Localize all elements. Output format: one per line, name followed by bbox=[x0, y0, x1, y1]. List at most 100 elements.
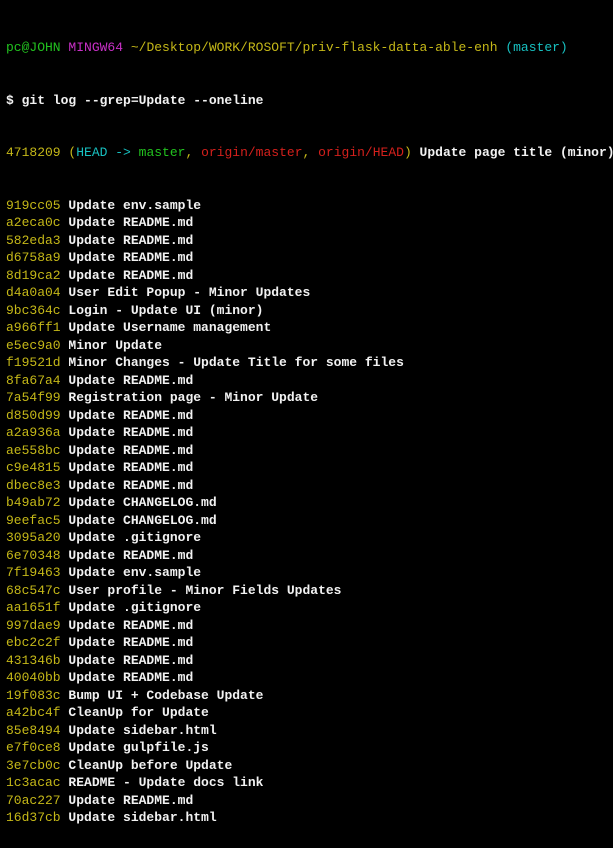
commit-line: ebc2c2f Update README.md bbox=[6, 634, 607, 652]
commit-line: 3e7cb0c CleanUp before Update bbox=[6, 757, 607, 775]
commit-message: Update .gitignore bbox=[68, 600, 201, 615]
commit-hash: a42bc4f bbox=[6, 705, 61, 720]
commit-hash: c9e4815 bbox=[6, 460, 61, 475]
commit-hash: 70ac227 bbox=[6, 793, 61, 808]
commit-hash: a2eca0c bbox=[6, 215, 61, 230]
commit-message: Minor Update bbox=[68, 338, 162, 353]
commit-message: Update README.md bbox=[68, 408, 193, 423]
prompt-userhost: pc@JOHN bbox=[6, 40, 61, 55]
prompt-cwd: ~/Desktop/WORK/ROSOFT/priv-flask-datta-a… bbox=[131, 40, 498, 55]
commit-hash: d6758a9 bbox=[6, 250, 61, 265]
prompt-line: pc@JOHN MINGW64 ~/Desktop/WORK/ROSOFT/pr… bbox=[6, 39, 607, 57]
head-commit-line: 4718209 (HEAD -> master, origin/master, … bbox=[6, 144, 607, 162]
commit-hash: 919cc05 bbox=[6, 198, 61, 213]
commit-message: Bump UI + Codebase Update bbox=[68, 688, 263, 703]
commit-message: Update README.md bbox=[68, 460, 193, 475]
commit-hash: e7f0ce8 bbox=[6, 740, 61, 755]
commit-message: Update README.md bbox=[68, 233, 193, 248]
commit-line: d4a0a04 User Edit Popup - Minor Updates bbox=[6, 284, 607, 302]
commit-message: Login - Update UI (minor) bbox=[68, 303, 263, 318]
command-line: $ git log --grep=Update --oneline bbox=[6, 92, 607, 110]
commit-message: Update README.md bbox=[68, 670, 193, 685]
commit-list: 919cc05 Update env.samplea2eca0c Update … bbox=[6, 197, 607, 827]
commit-message: Update README.md bbox=[68, 425, 193, 440]
commit-hash: dbec8e3 bbox=[6, 478, 61, 493]
ref-close: ) bbox=[404, 145, 412, 160]
commit-line: e7f0ce8 Update gulpfile.js bbox=[6, 739, 607, 757]
commit-line: 40040bb Update README.md bbox=[6, 669, 607, 687]
commit-line: c9e4815 Update README.md bbox=[6, 459, 607, 477]
commit-hash: 997dae9 bbox=[6, 618, 61, 633]
commit-message: Update README.md bbox=[68, 548, 193, 563]
commit-message: User Edit Popup - Minor Updates bbox=[68, 285, 310, 300]
commit-hash: a966ff1 bbox=[6, 320, 61, 335]
commit-message: Update README.md bbox=[68, 653, 193, 668]
commit-line: 919cc05 Update env.sample bbox=[6, 197, 607, 215]
commit-line: 9eefac5 Update CHANGELOG.md bbox=[6, 512, 607, 530]
commit-hash: f19521d bbox=[6, 355, 61, 370]
commit-hash: 8fa67a4 bbox=[6, 373, 61, 388]
commit-hash: ae558bc bbox=[6, 443, 61, 458]
commit-line: 85e8494 Update sidebar.html bbox=[6, 722, 607, 740]
commit-hash: 582eda3 bbox=[6, 233, 61, 248]
commit-message: Update README.md bbox=[68, 478, 193, 493]
commit-hash: 68c547c bbox=[6, 583, 61, 598]
commit-message: Update README.md bbox=[68, 373, 193, 388]
commit-line: 7f19463 Update env.sample bbox=[6, 564, 607, 582]
commit-hash: e5ec9a0 bbox=[6, 338, 61, 353]
commit-message: Update README.md bbox=[68, 793, 193, 808]
commit-hash: 4718209 bbox=[6, 145, 61, 160]
commit-hash: 1c3acac bbox=[6, 775, 61, 790]
commit-message: Update README.md bbox=[68, 635, 193, 650]
commit-line: b49ab72 Update CHANGELOG.md bbox=[6, 494, 607, 512]
commit-line: 997dae9 Update README.md bbox=[6, 617, 607, 635]
commit-line: 6e70348 Update README.md bbox=[6, 547, 607, 565]
commit-message: Update .gitignore bbox=[68, 530, 201, 545]
commit-line: 19f083c Bump UI + Codebase Update bbox=[6, 687, 607, 705]
terminal-output: pc@JOHN MINGW64 ~/Desktop/WORK/ROSOFT/pr… bbox=[0, 0, 613, 848]
ref-local-branch: master bbox=[139, 145, 186, 160]
commit-message: Update Username management bbox=[68, 320, 271, 335]
commit-line: 431346b Update README.md bbox=[6, 652, 607, 670]
commit-line: d850d99 Update README.md bbox=[6, 407, 607, 425]
commit-hash: aa1651f bbox=[6, 600, 61, 615]
ref-remote-head: origin/HEAD bbox=[318, 145, 404, 160]
commit-message: Update gulpfile.js bbox=[68, 740, 208, 755]
commit-line: 1c3acac README - Update docs link bbox=[6, 774, 607, 792]
commit-line: 7a54f99 Registration page - Minor Update bbox=[6, 389, 607, 407]
commit-message: Update sidebar.html bbox=[68, 810, 216, 825]
commit-line: 68c547c User profile - Minor Fields Upda… bbox=[6, 582, 607, 600]
commit-line: 16d37cb Update sidebar.html bbox=[6, 809, 607, 827]
commit-message: User profile - Minor Fields Updates bbox=[68, 583, 341, 598]
commit-hash: 7a54f99 bbox=[6, 390, 61, 405]
commit-message: Minor Changes - Update Title for some fi… bbox=[68, 355, 403, 370]
commit-hash: a2a936a bbox=[6, 425, 61, 440]
commit-line: 8fa67a4 Update README.md bbox=[6, 372, 607, 390]
commit-message: Update env.sample bbox=[68, 565, 201, 580]
commit-hash: 8d19ca2 bbox=[6, 268, 61, 283]
commit-message: Update README.md bbox=[68, 215, 193, 230]
commit-line: f19521d Minor Changes - Update Title for… bbox=[6, 354, 607, 372]
commit-line: 70ac227 Update README.md bbox=[6, 792, 607, 810]
commit-line: a2eca0c Update README.md bbox=[6, 214, 607, 232]
commit-line: 9bc364c Login - Update UI (minor) bbox=[6, 302, 607, 320]
commit-line: 3095a20 Update .gitignore bbox=[6, 529, 607, 547]
commit-message: CleanUp before Update bbox=[68, 758, 232, 773]
commit-message: Update sidebar.html bbox=[68, 723, 216, 738]
commit-line: a966ff1 Update Username management bbox=[6, 319, 607, 337]
commit-hash: 3095a20 bbox=[6, 530, 61, 545]
commit-hash: b49ab72 bbox=[6, 495, 61, 510]
commit-hash: 7f19463 bbox=[6, 565, 61, 580]
commit-hash: d850d99 bbox=[6, 408, 61, 423]
commit-message: Update README.md bbox=[68, 618, 193, 633]
commit-hash: 85e8494 bbox=[6, 723, 61, 738]
commit-line: a2a936a Update README.md bbox=[6, 424, 607, 442]
commit-message: Update README.md bbox=[68, 250, 193, 265]
ref-head: HEAD -> bbox=[76, 145, 138, 160]
commit-message: Update page title (minor) bbox=[412, 145, 613, 160]
commit-hash: 3e7cb0c bbox=[6, 758, 61, 773]
commit-line: aa1651f Update .gitignore bbox=[6, 599, 607, 617]
commit-message: Registration page - Minor Update bbox=[68, 390, 318, 405]
commit-line: 8d19ca2 Update README.md bbox=[6, 267, 607, 285]
commit-line: e5ec9a0 Minor Update bbox=[6, 337, 607, 355]
